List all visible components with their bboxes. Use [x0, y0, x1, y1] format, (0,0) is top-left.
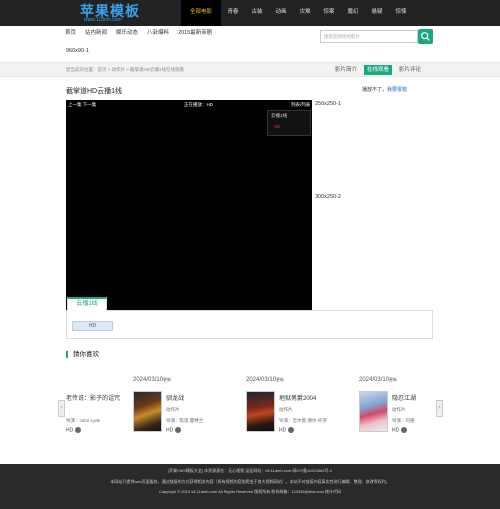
- nav-item[interactable]: 惊悚: [389, 0, 413, 26]
- carousel-prev-button[interactable]: ‹: [58, 400, 65, 417]
- nav-item[interactable]: 全部电影: [181, 0, 221, 26]
- nav-item[interactable]: 魔幻: [341, 0, 365, 26]
- card-date-text: 2024/03/10: [133, 377, 164, 383]
- footer: [苹果CMS模板大全] 本资源源名：无心视频 运征网站：v8.11dmh.com…: [0, 464, 500, 509]
- page-title: 截掌道HD云播1线: [66, 88, 123, 95]
- card-actor: 导演：吉尔莫·德尔·托罗: [279, 418, 327, 423]
- subnav-item-new-dramas-label: 2015最新亲剧: [178, 30, 213, 36]
- source-tab[interactable]: 云播1线: [67, 297, 107, 311]
- card-poster[interactable]: [359, 391, 388, 432]
- footer-line-3: Copyright © 2015 v8.11dmh.com All Rights…: [158, 489, 342, 494]
- subnav-item-gossip[interactable]: 八卦爆料: [147, 28, 169, 36]
- play-icon: [288, 427, 295, 433]
- breadcrumb: 您当前的位置：首页 » 动作片 » 截掌道HD云播1线在线观看: [66, 67, 185, 72]
- nav-item[interactable]: 悬疑: [365, 0, 389, 26]
- main-nav: 全部电影 青春 古装 动画 灾难 惊案 魔幻 悬疑 惊悚: [181, 0, 413, 26]
- card-actor: 导演：陈思 霍特兰: [166, 418, 204, 423]
- player-menu-item[interactable]: HD: [274, 124, 281, 129]
- card-hd[interactable]: HD: [392, 427, 408, 434]
- card-hd-label: HD: [392, 427, 400, 434]
- card-hd[interactable]: HD: [279, 427, 295, 434]
- card-date: 2024/03/10更新: [359, 377, 397, 383]
- tab-intro[interactable]: 影片简介: [332, 65, 360, 75]
- search-button[interactable]: [418, 29, 433, 44]
- nav-item[interactable]: 惊案: [317, 0, 341, 26]
- play-icon: [175, 427, 182, 433]
- card-hd-label: HD: [279, 427, 287, 434]
- card-date-suffix: 更新: [163, 377, 172, 382]
- ad-slot-side-1: 250x250-1: [315, 101, 341, 107]
- subnav-item-new-dramas[interactable]: 2015最新亲剧: [178, 28, 212, 36]
- card-title-text: 老传说：影子的诅咒: [66, 396, 121, 402]
- card-actor: 导演：John Lyde: [66, 418, 101, 423]
- nav-item[interactable]: 动画: [269, 0, 293, 26]
- card-date: 2024/03/10更新: [133, 377, 171, 383]
- ad-slot-top: 960x90-1: [66, 48, 89, 54]
- player-now-playing: 正在播放：HD: [184, 102, 213, 107]
- report-text: 播放不了，我要报错: [362, 86, 407, 93]
- carousel-next-button[interactable]: ›: [436, 400, 443, 417]
- card-poster[interactable]: [133, 391, 162, 432]
- player-prev-next[interactable]: 上一集 下一集: [68, 102, 96, 108]
- subnav-item-home[interactable]: 首页: [65, 28, 76, 36]
- play-icon: [401, 427, 408, 433]
- footer-line-2: 本网站只提供web页面服务，通过链接的方式获得相关内容（所有视频内容由爬虫于各大…: [110, 479, 390, 484]
- card-hd[interactable]: HD: [66, 427, 82, 434]
- card-date: 2024/03/10更新: [246, 377, 284, 383]
- card-hd-label: HD: [66, 427, 74, 434]
- recommend-heading: 猜你喜欢: [66, 351, 99, 358]
- report-label: 播放不了，: [362, 87, 388, 93]
- player-episode-list-toggle[interactable]: 列表/列表: [291, 102, 310, 108]
- player-menu-title: 云播1线: [271, 113, 288, 118]
- card-poster[interactable]: [246, 391, 275, 432]
- player-source-menu: 云播1线 HD: [267, 110, 311, 136]
- card-actor: 导演：司德: [392, 418, 415, 423]
- search-icon: [421, 32, 430, 41]
- card-date-suffix: 更新: [389, 377, 398, 382]
- nav-item[interactable]: 灾难: [293, 0, 317, 26]
- card-hd[interactable]: HD: [166, 427, 182, 434]
- play-icon: [75, 427, 82, 433]
- card-category: 动作片: [166, 407, 180, 412]
- footer-line-1: [苹果CMS模板大全] 本资源源名：无心视频 运征网站：v8.11dmh.com…: [167, 468, 333, 473]
- card-title[interactable]: 隐忍江湖: [392, 393, 435, 402]
- tab-watch-online[interactable]: 在线观看: [364, 65, 393, 75]
- nav-item[interactable]: 古装: [245, 0, 269, 26]
- ad-slot-side-2: 300x250-2: [315, 194, 341, 200]
- episode-button-hd[interactable]: HD: [72, 321, 113, 331]
- card-date-text: 2024/03/10: [246, 377, 277, 383]
- sub-nav: 首页 站内新闻 娱乐动态 八卦爆料 2015最新亲剧: [65, 28, 212, 36]
- card-hd-label: HD: [166, 427, 174, 434]
- card-category: 动作片: [392, 407, 406, 412]
- report-link[interactable]: 我要报错: [387, 87, 407, 93]
- episode-panel: [66, 310, 433, 339]
- tab-comments[interactable]: 影片评论: [396, 65, 424, 75]
- subnav-item-news[interactable]: 站内新闻: [85, 28, 107, 36]
- detail-tabs: 影片简介 在线观看 影片评论: [332, 65, 424, 75]
- nav-item[interactable]: 青春: [221, 0, 245, 26]
- card-date-suffix: 更新: [276, 377, 285, 382]
- card-date-text: 2024/03/10: [359, 377, 390, 383]
- card-category: 动作片: [279, 407, 293, 412]
- card-title[interactable]: 驯龙战: [166, 393, 184, 402]
- search-input[interactable]: 搜索您想找的影片: [320, 30, 418, 43]
- card-title[interactable]: 地狱男爵2004: [279, 393, 316, 402]
- subnav-item-entertainment[interactable]: 娱乐动态: [116, 28, 138, 36]
- card-title[interactable]: 老传说：影子的诅咒: [66, 393, 126, 402]
- site-logo-url: www.11dmh.com: [84, 17, 122, 23]
